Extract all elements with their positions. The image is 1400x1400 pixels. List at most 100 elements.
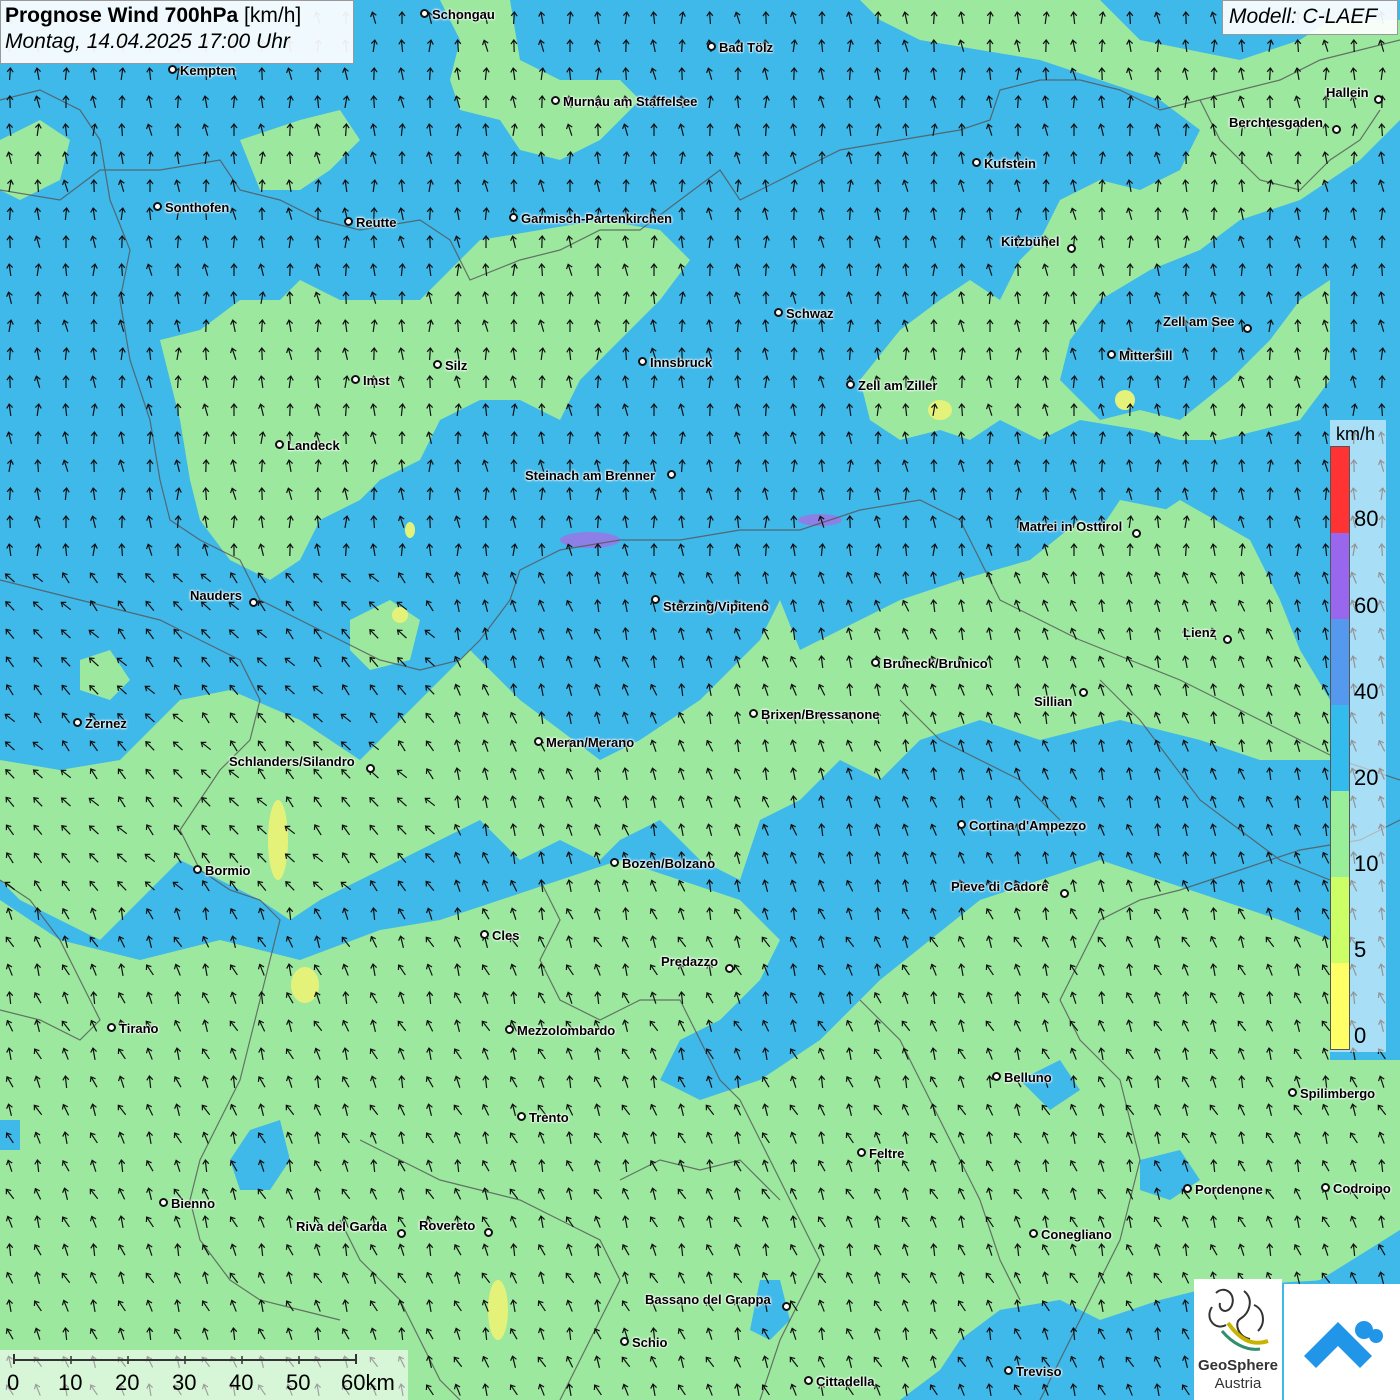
legend-segment-10 [1331, 791, 1349, 877]
city-label: Murnau am Staffelsee [563, 94, 698, 109]
city-label: Berchtesgaden [1229, 115, 1323, 130]
scale-label: 0 [7, 1370, 20, 1395]
city-dot-icon [725, 964, 734, 973]
city-label: Garmisch-Partenkirchen [521, 211, 673, 226]
city-dot-icon [1079, 688, 1088, 697]
city-dot-icon [992, 1072, 1001, 1081]
geosphere-logo[interactable]: GeoSphere Austria [1194, 1279, 1282, 1400]
geosphere-mark-icon [1208, 1288, 1269, 1351]
scale-label: 50 [286, 1370, 311, 1395]
city-label: Meran/Merano [546, 735, 635, 750]
city-label: Spilimbergo [1300, 1086, 1376, 1101]
city-dot-icon [1132, 529, 1141, 538]
city-dot-icon [397, 1229, 406, 1238]
city-label: Schwaz [786, 306, 834, 321]
legend-segment-20 [1331, 705, 1349, 791]
legend-color-bar [1330, 446, 1350, 1050]
city-label: Bassano del Grappa [645, 1292, 771, 1307]
city-dot-icon [1374, 95, 1383, 104]
scale-bar [13, 1354, 357, 1364]
city-dot-icon [857, 1148, 866, 1157]
city-label: Hallein [1326, 85, 1369, 100]
city-label: Silz [445, 358, 468, 373]
city-dot-icon [1288, 1088, 1297, 1097]
city-dot-icon [1029, 1229, 1038, 1238]
city-label: Cortina d'Ampezzo [969, 818, 1087, 833]
city-label: Bozen/Bolzano [622, 856, 716, 871]
city-label: Pieve di Cadore [951, 879, 1049, 894]
city-label: Schio [632, 1335, 668, 1350]
city-dot-icon [551, 96, 560, 105]
city-dot-icon [1183, 1184, 1192, 1193]
city-label: Schlanders/Silandro [229, 754, 355, 769]
cloud-arrow-icon [1304, 1321, 1383, 1368]
legend-tick: 0 [1354, 1023, 1367, 1048]
city-label: Nauders [190, 588, 243, 603]
city-dot-icon [534, 737, 543, 746]
scale-label: 20 [115, 1370, 140, 1395]
city-dot-icon [871, 658, 880, 667]
city-label: Cittadella [816, 1374, 875, 1389]
city-dot-icon [73, 718, 82, 727]
city-label: Zell am Ziller [858, 378, 938, 393]
city-label: Bormio [205, 863, 251, 878]
city-label: Sillian [1034, 694, 1073, 709]
city-label: Conegliano [1041, 1227, 1112, 1242]
city-label: Mittersill [1119, 348, 1173, 363]
legend-tick: 40 [1354, 679, 1379, 704]
city-dot-icon [193, 865, 202, 874]
city-label: Bienno [171, 1196, 216, 1211]
city-label: Matrei in Osttirol [1019, 519, 1123, 534]
legend-tick: 20 [1354, 765, 1379, 790]
city-label: Kufstein [984, 156, 1036, 171]
city-label: Imst [363, 373, 390, 388]
city-dot-icon [433, 360, 442, 369]
city-label: Sonthofen [165, 200, 230, 215]
scale-label: 10 [58, 1370, 83, 1395]
legend-segment-5 [1331, 877, 1349, 963]
map-title: Prognose Wind 700hPa [km/h] [5, 4, 349, 28]
city-label: Lienz [1183, 625, 1217, 640]
city-label: Bad Tölz [719, 40, 774, 55]
city-dot-icon [957, 820, 966, 829]
city-dot-icon [707, 42, 716, 51]
scale-label: 60km [341, 1370, 395, 1395]
city-dot-icon [638, 357, 647, 366]
city-dot-icon [275, 440, 284, 449]
city-label: Feltre [869, 1146, 905, 1161]
city-label: Kitzbühel [1001, 234, 1060, 249]
city-dot-icon [351, 375, 360, 384]
city-dot-icon [1321, 1183, 1330, 1192]
city-dot-icon [620, 1337, 629, 1346]
city-dot-icon [972, 158, 981, 167]
city-dot-icon [667, 470, 676, 479]
city-label: Codroipo [1333, 1181, 1391, 1196]
city-dot-icon [651, 595, 660, 604]
city-dot-icon [1060, 889, 1069, 898]
scale-label: 40 [229, 1370, 254, 1395]
legend-segment-60 [1331, 533, 1349, 619]
logo-name: GeoSphere [1197, 1357, 1279, 1374]
city-dot-icon [420, 9, 429, 18]
city-label: Trento [529, 1110, 569, 1125]
model-label: Modell: C-LAEF [1222, 0, 1398, 35]
weather-app-logo[interactable] [1284, 1284, 1400, 1400]
city-label: Schongau [432, 7, 495, 22]
city-label: Mezzolombardo [517, 1023, 616, 1038]
distance-scale: 0 10 20 30 40 50 60km [0, 1350, 408, 1400]
forecast-time: Montag, 14.04.2025 17:00 Uhr [5, 30, 290, 53]
city-label: Zernez [85, 716, 127, 731]
city-dot-icon [159, 1198, 168, 1207]
city-dot-icon [1332, 125, 1341, 134]
city-dot-icon [517, 1112, 526, 1121]
legend-segment-80 [1331, 447, 1349, 533]
city-dot-icon [168, 65, 177, 74]
legend-unit: km/h [1336, 424, 1376, 444]
city-dot-icon [484, 1228, 493, 1237]
city-dot-icon [480, 930, 489, 939]
title-panel: Prognose Wind 700hPa [km/h] Montag, 14.0… [0, 0, 354, 64]
scale-label: 30 [172, 1370, 197, 1395]
city-label: Sterzing/Vipiteno [663, 599, 769, 614]
city-dot-icon [1004, 1366, 1013, 1375]
logo-subname: Austria [1214, 1375, 1262, 1392]
